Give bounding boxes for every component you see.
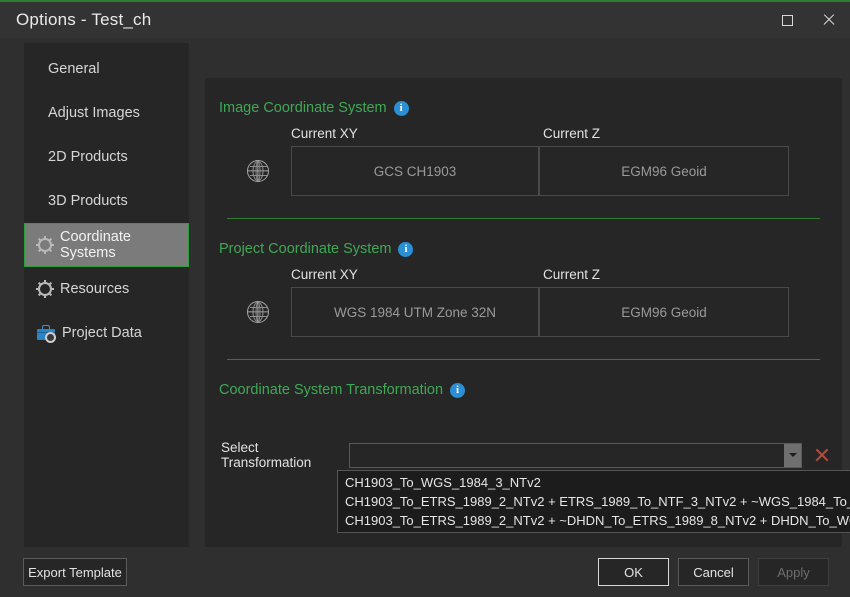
- apply-button: Apply: [758, 558, 829, 586]
- section-header: Coordinate System Transformation i: [217, 360, 830, 398]
- dialog-footer: Export Template OK Cancel Apply: [0, 547, 850, 597]
- window-controls: [766, 2, 850, 38]
- sidebar-item-project-data[interactable]: Project Data: [24, 311, 189, 355]
- image-cs-z-value: EGM96 Geoid: [539, 146, 789, 196]
- sidebar-item-label: Coordinate Systems: [60, 229, 131, 261]
- project-cs-xy-value: WGS 1984 UTM Zone 32N: [291, 287, 539, 337]
- sidebar-item-resources[interactable]: Resources: [24, 267, 189, 311]
- maximize-button[interactable]: [766, 2, 808, 38]
- project-coordinate-system-section: Project Coordinate System i Current XY W…: [205, 219, 842, 360]
- sidebar-item-general[interactable]: General: [24, 47, 189, 91]
- section-header: Project Coordinate System i: [217, 219, 830, 257]
- gear-icon: [36, 236, 54, 254]
- gear-icon: [36, 280, 54, 298]
- project-cs-z-row: EGM96 Geoid: [539, 287, 830, 337]
- page-title: Options - Test_ch: [16, 10, 152, 29]
- image-cs-z-row: EGM96 Geoid: [539, 146, 830, 196]
- select-transformation-label: Select Transformation: [221, 440, 312, 470]
- options-dialog: Options - Test_ch General Adjust Images …: [0, 0, 850, 597]
- sidebar-item-3d-products[interactable]: 3D Products: [24, 179, 189, 223]
- image-coordinate-system-section: Image Coordinate System i Current XY GCS: [205, 78, 842, 219]
- title-bar: Options - Test_ch: [0, 2, 850, 38]
- image-cs-xy-column: Current XY GCS CH1903: [219, 126, 539, 196]
- info-icon[interactable]: i: [450, 382, 466, 398]
- project-cs-xy-column: Current XY WGS 1984 UTM Zone 32N: [219, 267, 539, 337]
- dialog-body: General Adjust Images 2D Products 3D Pro…: [0, 38, 850, 597]
- image-cs-xy-value: GCS CH1903: [291, 146, 539, 196]
- sidebar-item-2d-products[interactable]: 2D Products: [24, 135, 189, 179]
- globe-icon: [247, 301, 269, 323]
- image-cs-fields: Current XY GCS CH1903 Current Z EGM96 Ge…: [217, 126, 830, 196]
- info-icon[interactable]: i: [393, 100, 409, 116]
- chevron-down-icon: [788, 453, 797, 457]
- sidebar-item-label: General: [48, 61, 100, 77]
- list-item[interactable]: CH1903_To_ETRS_1989_2_NTv2 + ~DHDN_To_ET…: [338, 511, 850, 530]
- maximize-square-icon: [781, 14, 793, 26]
- info-icon[interactable]: i: [398, 241, 414, 257]
- transformation-dropdown-button[interactable]: [784, 443, 802, 467]
- current-xy-label: Current XY: [291, 267, 358, 282]
- sidebar: General Adjust Images 2D Products 3D Pro…: [24, 43, 189, 555]
- select-transformation-row: Select Transformation: [217, 440, 830, 470]
- section-title: Coordinate System Transformation: [219, 382, 444, 398]
- current-z-label: Current Z: [543, 267, 601, 282]
- close-x-icon: [822, 13, 836, 27]
- section-title: Project Coordinate System: [219, 241, 392, 257]
- project-cs-z-value: EGM96 Geoid: [539, 287, 789, 337]
- close-button[interactable]: [808, 2, 850, 38]
- section-title: Image Coordinate System: [219, 100, 387, 116]
- sidebar-item-label: Resources: [60, 281, 130, 297]
- coordinate-system-transformation-section: Coordinate System Transformation i Selec…: [205, 360, 842, 470]
- project-cs-z-column: Current Z EGM96 Geoid: [539, 267, 830, 337]
- list-item[interactable]: CH1903_To_ETRS_1989_2_NTv2 + ETRS_1989_T…: [338, 492, 850, 511]
- image-cs-z-column: Current Z EGM96 Geoid: [539, 126, 830, 196]
- sidebar-item-label: 2D Products: [48, 149, 128, 165]
- export-template-button[interactable]: Export Template: [23, 558, 127, 586]
- sidebar-item-label: Adjust Images: [48, 105, 140, 121]
- cancel-button[interactable]: Cancel: [678, 558, 749, 586]
- select-transformation-combobox[interactable]: [349, 442, 803, 468]
- ok-button[interactable]: OK: [598, 558, 669, 586]
- transformation-dropdown-list[interactable]: CH1903_To_WGS_1984_3_NTv2 CH1903_To_ETRS…: [337, 470, 850, 533]
- clear-transformation-button[interactable]: [814, 447, 830, 463]
- sidebar-item-adjust-images[interactable]: Adjust Images: [24, 91, 189, 135]
- sidebar-item-label: 3D Products: [48, 193, 128, 209]
- globe-icon: [247, 160, 269, 182]
- section-header: Image Coordinate System i: [217, 78, 830, 116]
- sidebar-item-label: Project Data: [62, 325, 142, 341]
- project-cs-xy-row: WGS 1984 UTM Zone 32N: [219, 287, 539, 337]
- current-z-label: Current Z: [543, 126, 601, 141]
- current-xy-label: Current XY: [291, 126, 358, 141]
- project-cs-fields: Current XY WGS 1984 UTM Zone 32N Current…: [217, 267, 830, 337]
- image-cs-xy-row: GCS CH1903: [219, 146, 539, 196]
- list-item[interactable]: CH1903_To_WGS_1984_3_NTv2: [338, 473, 850, 492]
- briefcase-gear-icon: [37, 325, 56, 343]
- sidebar-item-coordinate-systems[interactable]: Coordinate Systems: [24, 223, 189, 267]
